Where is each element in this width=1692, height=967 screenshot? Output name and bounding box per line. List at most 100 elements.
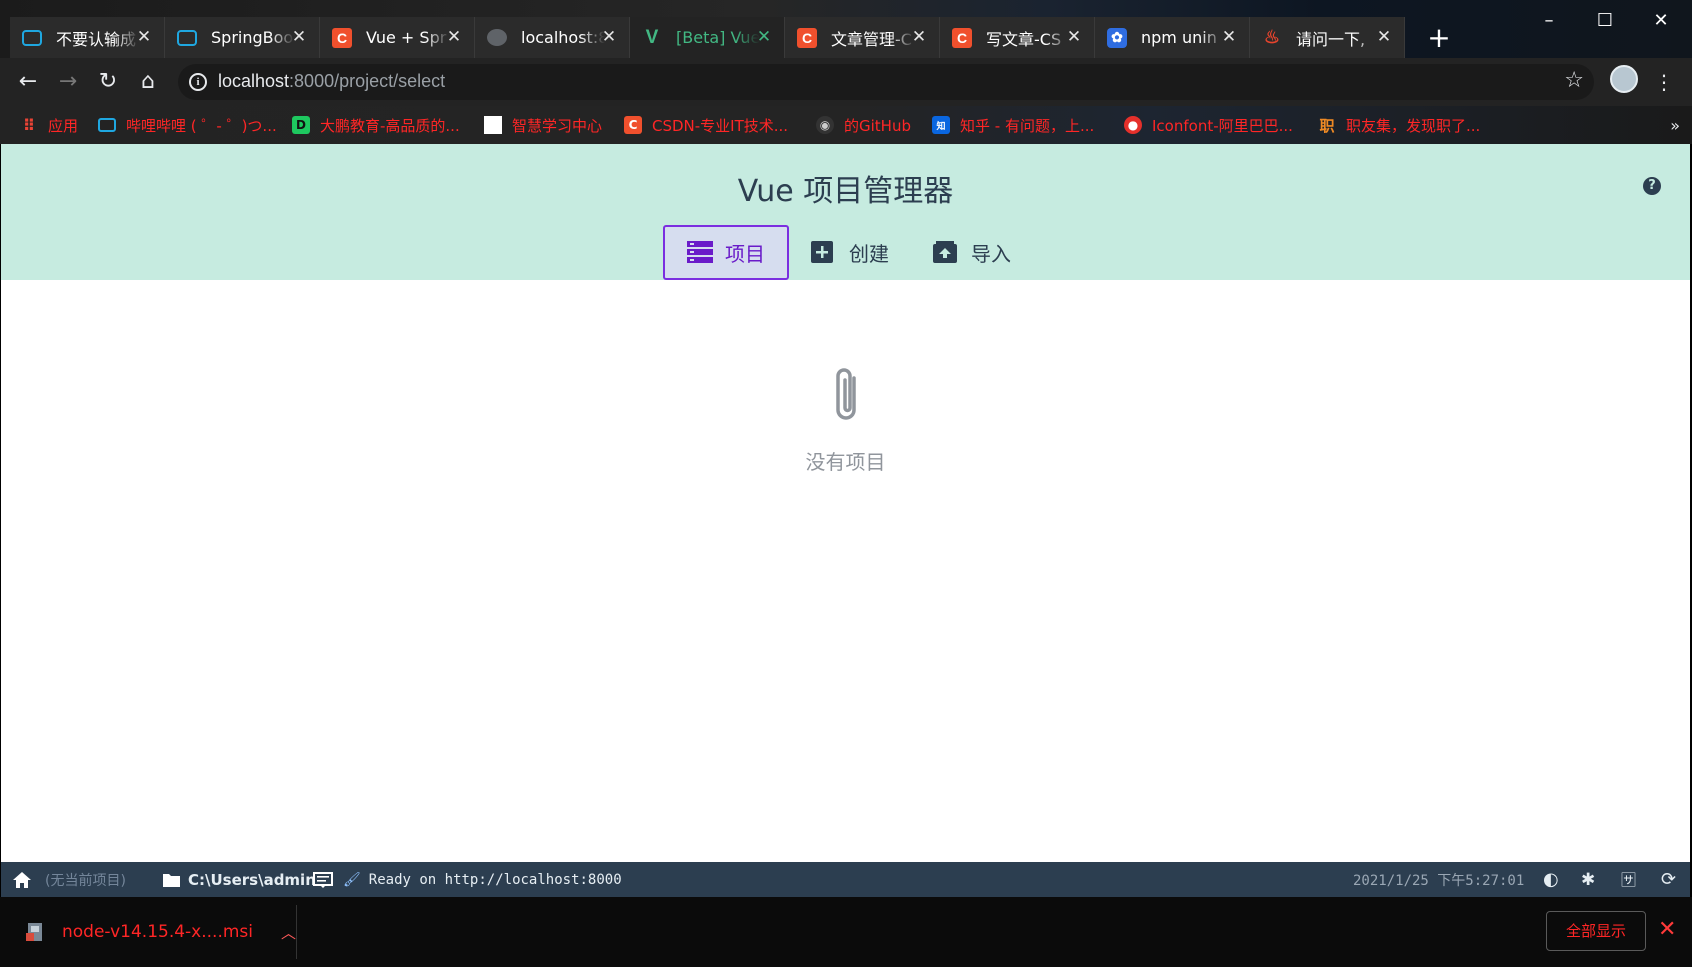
download-item[interactable]: node-v14.15.4-x....msi ︿ (26, 917, 296, 947)
add-box-icon (811, 240, 835, 265)
browser-tab[interactable]: SpringBoot ✕ (165, 17, 320, 58)
arrow-right-icon: → (58, 69, 78, 94)
browser-tab[interactable]: localhost:8 ✕ (475, 17, 630, 58)
dark-mode-toggle[interactable]: ◐ (1543, 862, 1559, 897)
minimize-button[interactable]: – (1526, 6, 1572, 36)
url-host: localhost (218, 71, 290, 91)
bookmark-item[interactable]: 智慧学习中心 (484, 112, 602, 138)
browser-tab[interactable]: ✿ npm unin ✕ (1095, 17, 1250, 58)
tab-title: Vue + Spr (366, 28, 447, 47)
close-tab-icon[interactable]: ✕ (754, 27, 774, 47)
console-log-button[interactable]: 🖌 Ready on http://localhost:8000 (313, 862, 622, 897)
bookmark-item[interactable]: ● Iconfont-阿里巴巴... (1124, 112, 1293, 138)
browser-tab[interactable]: C 文章管理-C ✕ (785, 17, 940, 58)
bookmark-item[interactable]: C CSDN-专业IT技术... (624, 112, 788, 138)
browser-menu-icon[interactable]: ⋮ (1652, 66, 1676, 98)
translate-button[interactable]: 🈂 (1621, 862, 1636, 897)
browser-tab[interactable]: ♨ 请问一下, ✕ (1250, 17, 1405, 58)
bookmark-item[interactable]: ◉ 的GitHub (816, 112, 911, 138)
vue-project-manager: Vue 项目管理器 ? 项目 创建 导入 没有项目 (1, 144, 1690, 862)
installer-file-icon (26, 923, 42, 941)
close-tab-icon[interactable]: ✕ (1219, 27, 1239, 47)
bookmark-item[interactable]: 哔哩哔哩 ( ゜- ゜)つ... (98, 112, 277, 138)
bookmark-label: 哔哩哔哩 ( ゜- ゜)つ... (126, 116, 277, 135)
status-home-button[interactable] (13, 862, 31, 897)
bookmark-item[interactable]: 职 职友集，发现职了... (1318, 112, 1480, 138)
refresh-icon: ⟳ (1661, 869, 1677, 890)
iconfont-icon: ● (1124, 116, 1142, 134)
back-button[interactable]: ← (12, 66, 44, 98)
browser-toolbar: ← → ↻ ⌂ i localhost:8000/project/select … (0, 58, 1692, 106)
maximize-button[interactable]: ☐ (1582, 6, 1628, 36)
profile-avatar[interactable] (1610, 65, 1638, 93)
status-datetime: 2021/1/25 下午5:27:01 (1353, 872, 1525, 889)
tab-label: 创建 (849, 242, 889, 266)
baidu-paw-icon: ✿ (1107, 27, 1127, 48)
reload-button[interactable]: ↻ (92, 66, 124, 98)
bug-icon: ✱ (1581, 869, 1596, 890)
tab-title: 请问一下, (1296, 29, 1366, 49)
bookmark-label: 职友集，发现职了... (1346, 116, 1481, 135)
home-icon: ⌂ (141, 69, 155, 94)
tab-title: [Beta] Vue (676, 28, 760, 47)
show-all-downloads-button[interactable]: 全部显示 (1546, 911, 1646, 951)
status-bar: (无当前项目) C:\Users\admin 🖌 Ready on http:/… (1, 862, 1690, 897)
globe-icon (487, 29, 507, 46)
chevron-up-icon[interactable]: ︿ (281, 922, 296, 943)
attachment-icon (826, 364, 866, 426)
url-text[interactable]: localhost:8000/project/select (218, 71, 445, 92)
download-file-name: node-v14.15.4-x....msi (62, 922, 254, 942)
more-bookmarks-icon[interactable]: » (1670, 116, 1680, 135)
flame-icon: ♨ (1263, 27, 1281, 47)
contrast-icon: ◐ (1543, 869, 1559, 890)
divider (296, 905, 297, 959)
close-tab-icon[interactable]: ✕ (909, 27, 929, 47)
bookmark-label: 应用 (48, 116, 79, 135)
close-tab-icon[interactable]: ✕ (1374, 27, 1394, 47)
browser-tab[interactable]: 不要认输成 ✕ (10, 17, 165, 58)
browser-tab[interactable]: C Vue + Spr ✕ (320, 17, 475, 58)
close-tab-icon[interactable]: ✕ (1064, 27, 1084, 47)
new-tab-button[interactable]: + (1424, 24, 1454, 54)
close-tab-icon[interactable]: ✕ (134, 27, 154, 47)
site-info-icon[interactable]: i (189, 73, 207, 91)
dapeng-icon: D (292, 116, 310, 134)
csdn-icon: C (332, 27, 352, 48)
close-downloads-icon[interactable]: ✕ (1658, 917, 1676, 942)
project-view-tabs: 项目 创建 导入 (663, 225, 1033, 281)
tab-title: localhost:8 (521, 28, 605, 47)
forward-button[interactable]: → (52, 66, 84, 98)
report-bug-button[interactable]: ✱ (1581, 862, 1595, 897)
current-path-button[interactable]: C:\Users\admin (163, 862, 316, 897)
tab-title: 写文章-CS (986, 29, 1062, 49)
refresh-status-button[interactable]: ⟳ (1661, 862, 1676, 897)
browser-tab[interactable]: C 写文章-CS ✕ (940, 17, 1095, 58)
close-window-button[interactable]: ✕ (1638, 6, 1684, 36)
translate-icon: 🈂 (1621, 871, 1637, 889)
reload-icon: ↻ (98, 69, 118, 94)
github-icon: ◉ (816, 116, 834, 134)
close-tab-icon[interactable]: ✕ (444, 27, 464, 47)
tab-projects[interactable]: 项目 (663, 225, 789, 280)
browser-tab-active[interactable]: V [Beta] Vue ✕ (630, 17, 785, 58)
close-tab-icon[interactable]: ✕ (289, 27, 309, 47)
close-tab-icon[interactable]: ✕ (599, 27, 619, 47)
bookmark-label: 智慧学习中心 (512, 116, 603, 135)
tab-title: SpringBoot (211, 28, 295, 47)
current-project[interactable]: (无当前项目) (45, 862, 126, 897)
bookmark-label: 知乎 - 有问题，上... (960, 116, 1095, 135)
help-icon[interactable]: ? (1643, 177, 1661, 195)
bilibili-icon (22, 29, 42, 46)
tab-import[interactable]: 导入 (911, 225, 1033, 280)
current-path: C:\Users\admin (188, 870, 316, 889)
bookmark-star-icon[interactable]: ☆ (1564, 68, 1584, 93)
address-bar[interactable]: i localhost:8000/project/select ☆ (178, 64, 1594, 100)
bookmark-apps[interactable]: ⠿ 应用 (20, 112, 78, 138)
tab-create[interactable]: 创建 (789, 225, 911, 280)
tab-title: npm unin (1141, 28, 1217, 47)
bookmark-item[interactable]: D 大鹏教育-高品质的... (292, 112, 460, 138)
arrow-left-icon: ← (18, 69, 38, 94)
zhihu-icon: 知 (932, 116, 950, 134)
home-button[interactable]: ⌂ (132, 66, 164, 98)
bookmark-item[interactable]: 知 知乎 - 有问题，上... (932, 112, 1094, 138)
